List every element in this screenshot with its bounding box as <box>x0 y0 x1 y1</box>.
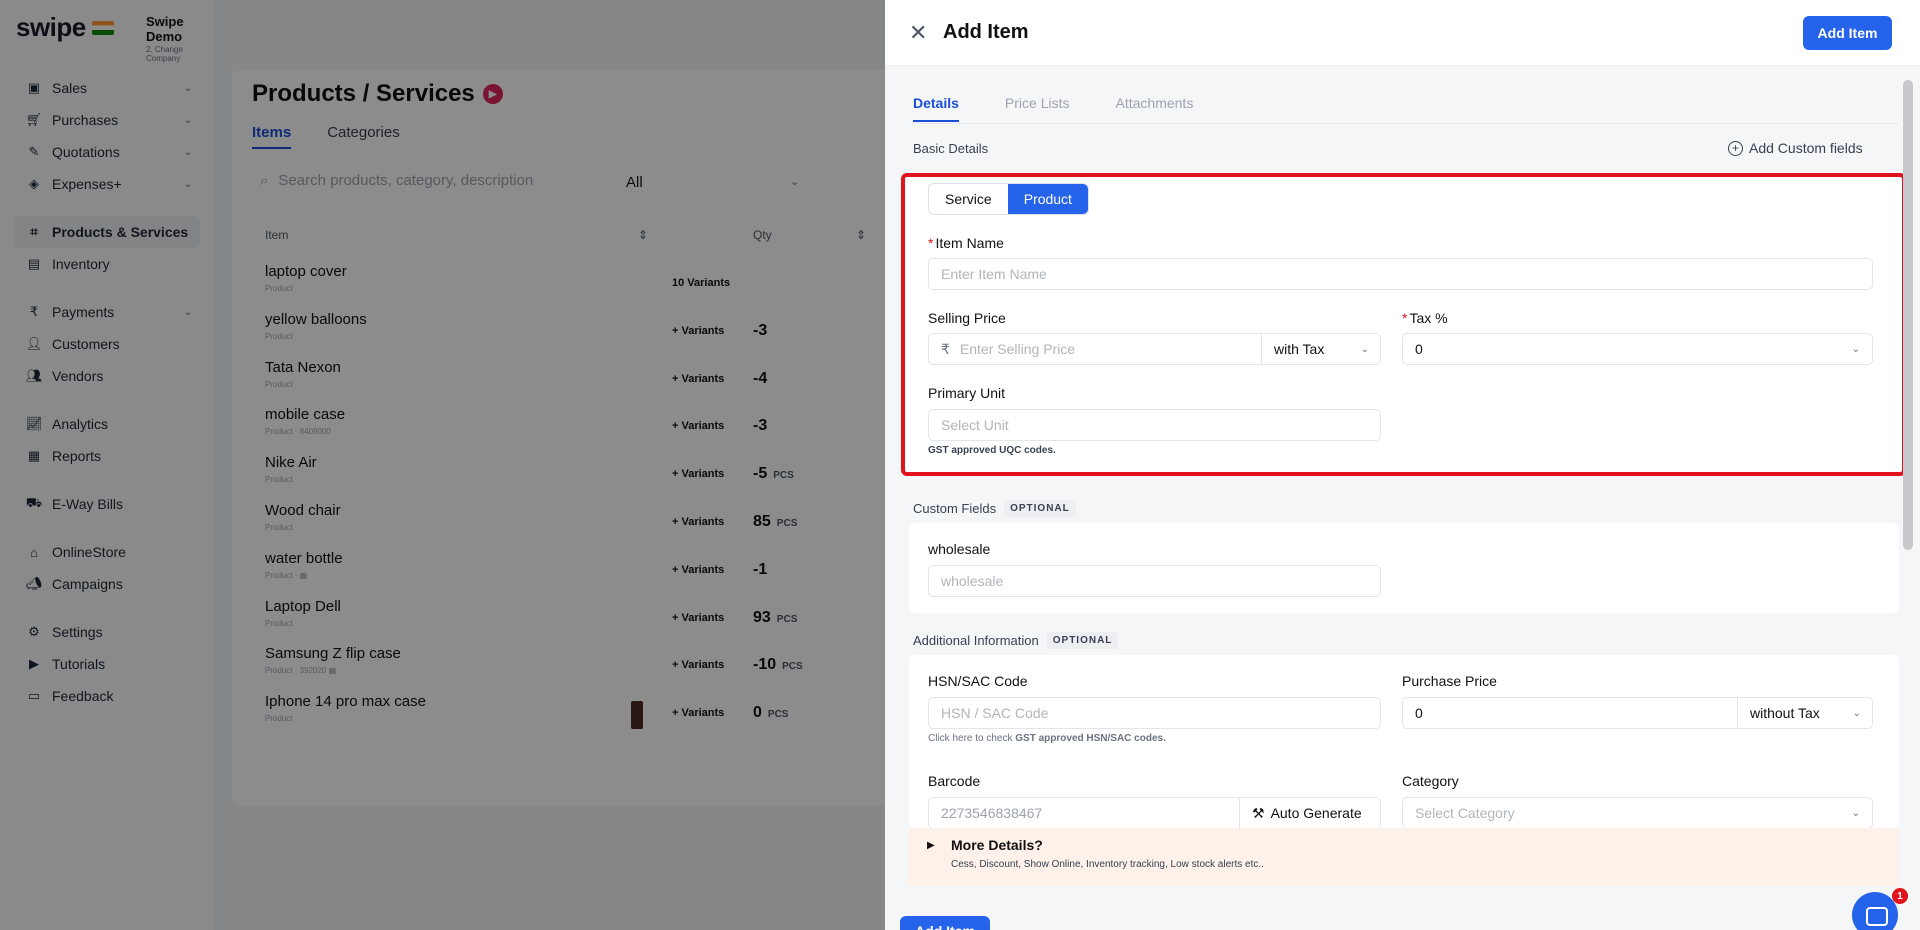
tax-label: * Tax % <box>1402 310 1448 326</box>
custom-fields-label-text: Custom Fields <box>913 501 997 516</box>
primary-unit-label: Primary Unit <box>928 385 1006 401</box>
drawer-scrollbar[interactable] <box>1903 80 1913 550</box>
category-placeholder: Select Category <box>1415 805 1515 821</box>
uqc-codes-link[interactable]: GST approved UQC codes. <box>928 445 1056 456</box>
barcode-value: 2273546838467 <box>941 805 1043 821</box>
type-option-product[interactable]: Product <box>1007 184 1088 214</box>
footer-add-item-button[interactable]: Add Item <box>900 916 990 930</box>
more-details-title: More Details? <box>951 837 1043 853</box>
modal-overlay[interactable] <box>0 0 885 930</box>
tabs-divider <box>913 123 1898 124</box>
primary-unit-select[interactable]: Select Unit <box>928 409 1381 441</box>
caret-right-icon: ▶ <box>927 840 935 851</box>
hsn-input[interactable]: HSN / SAC Code <box>928 697 1381 729</box>
item-type-toggle: Service Product <box>928 183 1089 215</box>
wholesale-input[interactable]: wholesale <box>928 565 1381 597</box>
tax-value: 0 <box>1415 341 1423 357</box>
tax-label-text: Tax % <box>1409 310 1448 326</box>
category-select[interactable]: Select Category ⌄ <box>1402 797 1873 829</box>
chevron-down-icon: ⌄ <box>1852 707 1861 719</box>
item-name-input[interactable]: Enter Item Name <box>928 258 1873 290</box>
selling-price-label: Selling Price <box>928 310 1006 326</box>
purchase-price-value: 0 <box>1415 705 1423 721</box>
drawer-tabs: Details Price Lists Attachments <box>913 95 1193 122</box>
add-item-drawer: ✕ Add Item Add Item Details Price Lists … <box>885 0 1920 930</box>
hsn-label: HSN/SAC Code <box>928 673 1028 689</box>
drawer-header: ✕ Add Item Add Item <box>885 0 1920 66</box>
category-label: Category <box>1402 773 1459 789</box>
tab-details[interactable]: Details <box>913 95 959 122</box>
chat-support-icon[interactable] <box>1852 892 1898 930</box>
selling-price-input[interactable]: ₹ Enter Selling Price with Tax ⌄ <box>928 333 1381 365</box>
tax-select[interactable]: 0 ⌄ <box>1402 333 1873 365</box>
additional-info-label: Additional Information OPTIONAL <box>913 632 1119 649</box>
selling-price-tax-select[interactable]: with Tax ⌄ <box>1261 334 1381 364</box>
additional-info-label-text: Additional Information <box>913 633 1039 648</box>
purchase-tax-value: without Tax <box>1750 705 1820 721</box>
notification-badge: 1 <box>1892 888 1908 904</box>
rupee-icon: ₹ <box>941 340 950 357</box>
tab-price-lists[interactable]: Price Lists <box>1005 95 1070 122</box>
wholesale-placeholder: wholesale <box>941 573 1004 589</box>
auto-generate-button[interactable]: ⚒ Auto Generate <box>1239 798 1381 828</box>
hsn-codes-link[interactable]: Click here to check GST approved HSN/SAC… <box>928 733 1166 744</box>
optional-tag: OPTIONAL <box>1046 632 1119 649</box>
type-option-service[interactable]: Service <box>929 184 1008 214</box>
more-details-subtitle: Cess, Discount, Show Online, Inventory t… <box>951 859 1264 870</box>
selling-price-tax-value: with Tax <box>1274 341 1325 357</box>
hsn-placeholder: HSN / SAC Code <box>941 705 1049 721</box>
barcode-label: Barcode <box>928 773 981 789</box>
hsn-hint-prefix: Click here to check <box>928 733 1016 744</box>
custom-fields-label: Custom Fields OPTIONAL <box>913 500 1076 517</box>
wholesale-label: wholesale <box>928 541 991 557</box>
barcode-input[interactable]: 2273546838467 ⚒ Auto Generate <box>928 797 1381 829</box>
add-custom-fields-button[interactable]: + Add Custom fields <box>1728 140 1863 156</box>
item-name-placeholder: Enter Item Name <box>941 266 1047 282</box>
item-name-label-text: Item Name <box>935 235 1004 251</box>
item-name-label: * Item Name <box>928 235 1004 251</box>
basic-details-label: Basic Details <box>913 141 989 156</box>
add-custom-fields-label: Add Custom fields <box>1749 140 1863 156</box>
purchase-price-input[interactable]: 0 without Tax ⌄ <box>1402 697 1873 729</box>
auto-generate-label: Auto Generate <box>1270 805 1362 821</box>
plus-circle-icon: + <box>1728 140 1743 156</box>
hsn-hint-bold: GST approved HSN/SAC codes. <box>1015 733 1166 744</box>
add-item-button[interactable]: Add Item <box>1803 16 1892 50</box>
close-icon[interactable]: ✕ <box>909 20 927 46</box>
purchase-price-label: Purchase Price <box>1402 673 1497 689</box>
drawer-title: Add Item <box>943 21 1029 43</box>
primary-unit-placeholder: Select Unit <box>941 417 1009 433</box>
purchase-price-tax-select[interactable]: without Tax ⌄ <box>1737 698 1873 728</box>
required-marker: * <box>1402 310 1408 326</box>
more-details-toggle[interactable]: ▶ More Details? Cess, Discount, Show Onl… <box>909 828 1899 886</box>
optional-tag: OPTIONAL <box>1004 500 1076 517</box>
chevron-down-icon: ⌄ <box>1360 343 1369 355</box>
chevron-down-icon: ⌄ <box>1851 807 1860 819</box>
magic-wand-icon: ⚒ <box>1252 804 1265 821</box>
required-marker: * <box>928 235 934 251</box>
selling-price-placeholder: Enter Selling Price <box>959 341 1076 357</box>
tab-attachments[interactable]: Attachments <box>1116 95 1194 122</box>
chevron-down-icon: ⌄ <box>1851 343 1860 355</box>
